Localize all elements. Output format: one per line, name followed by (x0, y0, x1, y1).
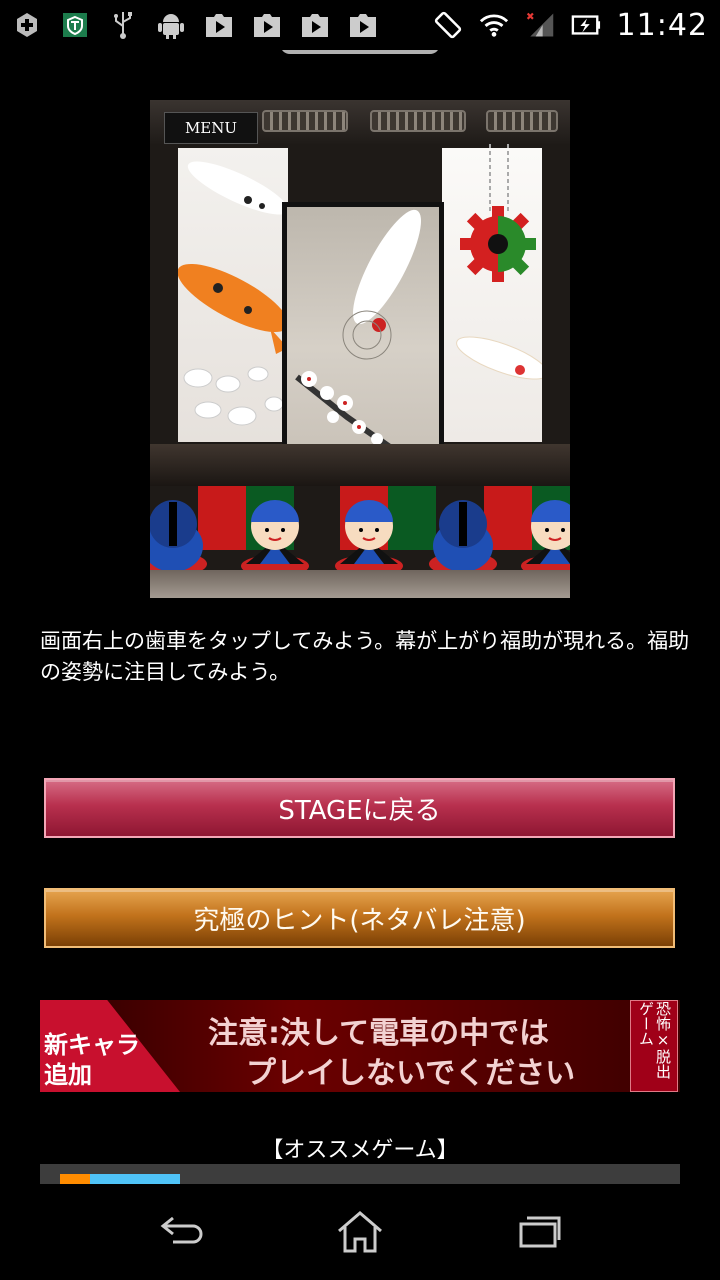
ad-banner[interactable]: 新キャラ追加 注意:決して電車の中では プレイしないでください 恐怖×脱出ゲーム (40, 1000, 680, 1092)
usb-icon (108, 10, 138, 40)
back-to-stage-button[interactable]: STAGEに戻る (44, 778, 675, 838)
hint-text: 画面右上の歯車をタップしてみよう。幕が上がり福助が現れる。福助の姿勢に注目してみ… (40, 629, 690, 684)
game-menu-label: MENU (164, 112, 258, 144)
shield-icon (60, 10, 90, 40)
recommend-thumbnail[interactable] (60, 1174, 180, 1184)
recents-icon[interactable] (510, 1202, 570, 1262)
clock: 11:42 (616, 7, 708, 43)
frame-ornament (370, 110, 466, 132)
fukusuke-doll-back (426, 498, 500, 578)
ultimate-hint-button[interactable]: 究極のヒント(ネタバレ注意) (44, 888, 675, 948)
frame-ornament (262, 110, 348, 132)
play-icon (252, 10, 282, 40)
status-bar: 11:42 (0, 0, 720, 50)
android-icon (156, 10, 186, 40)
wifi-icon (479, 10, 509, 40)
fukusuke-doll (332, 498, 406, 578)
banner-line1: 注意:決して電車の中では (208, 1016, 550, 1051)
play-icon (348, 10, 378, 40)
back-icon[interactable] (150, 1202, 210, 1262)
add-icon (12, 10, 42, 40)
banner-line2: プレイしないでください (246, 1056, 576, 1091)
fukusuke-doll (238, 498, 312, 578)
game-preview-image: MENU (150, 100, 570, 598)
cropped-heading (280, 50, 440, 54)
main-content[interactable]: MENU 画面右上の歯車をタップしてみよう。幕が上がり福助が現れる。福助の姿勢に… (0, 50, 720, 1184)
frame-ornament (486, 110, 558, 132)
fukusuke-doll (518, 498, 570, 578)
banner-side-label: 恐怖×脱出ゲーム (630, 1000, 678, 1092)
play-icon (300, 10, 330, 40)
play-icon (204, 10, 234, 40)
floor (150, 570, 570, 598)
center-koi-panel (282, 202, 444, 468)
banner-corner-text: 新キャラ追加 (44, 1031, 140, 1089)
battery-icon (571, 10, 601, 40)
left-koi-panel (177, 148, 289, 442)
home-icon[interactable] (330, 1202, 390, 1262)
rotate-icon (433, 10, 463, 40)
navigation-bar (0, 1184, 720, 1280)
frame-bottom (150, 444, 570, 486)
gear-icon (456, 144, 540, 284)
signal-icon (525, 10, 555, 40)
recommend-title: 【オススメゲーム】 (261, 1138, 459, 1163)
fukusuke-doll-back (150, 498, 210, 578)
